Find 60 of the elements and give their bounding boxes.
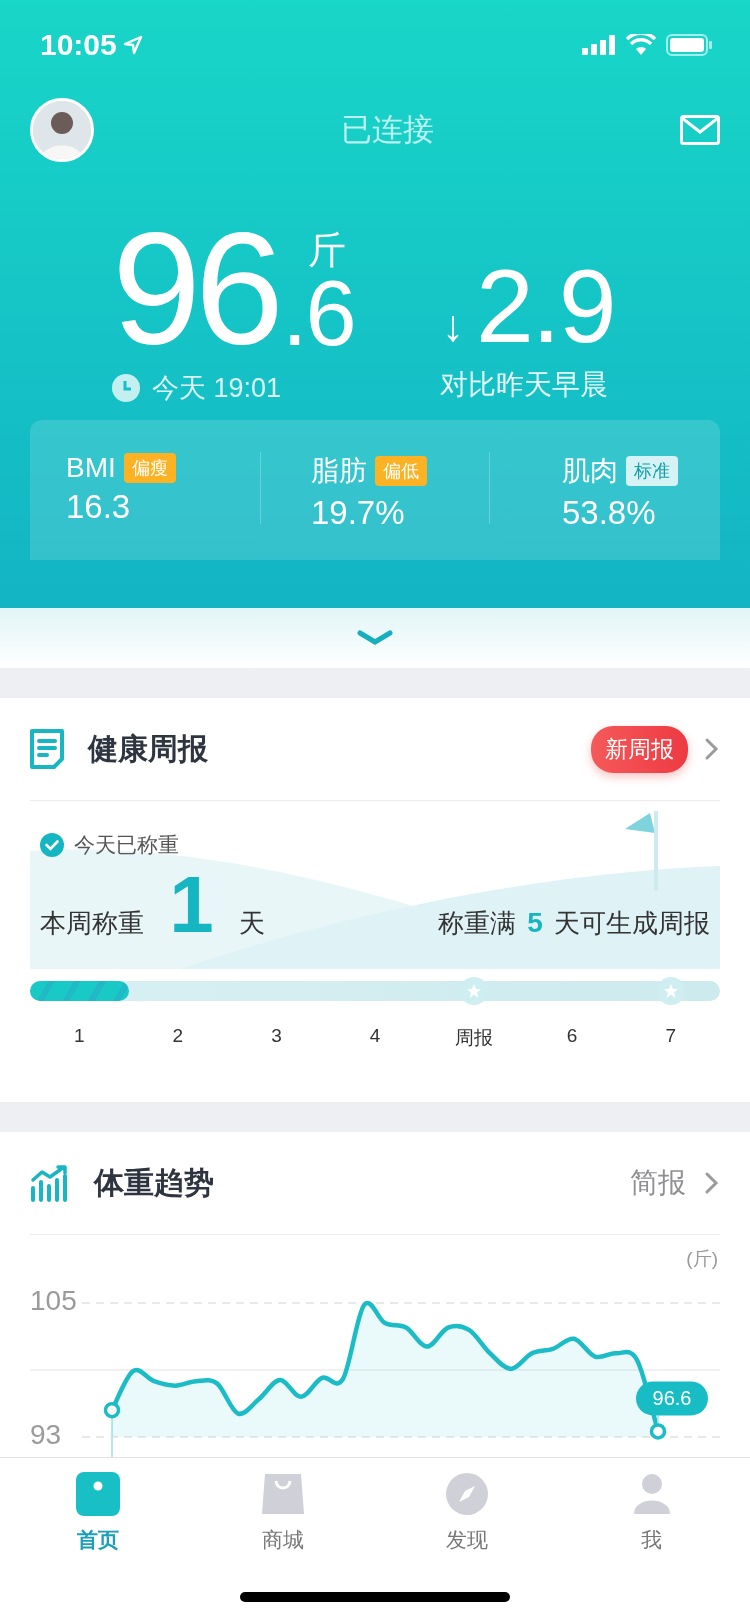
annotation: 96.6	[652, 1386, 692, 1409]
new-report-badge[interactable]: 新周报	[591, 725, 688, 773]
clock-icon	[112, 374, 140, 402]
down-arrow: ↓	[442, 300, 464, 352]
home-icon	[76, 1472, 121, 1516]
tab[interactable]: 发现	[375, 1458, 560, 1554]
status-badge: 偏瘦	[123, 453, 176, 483]
leader-line	[657, 1414, 659, 1426]
tab[interactable]: 首页	[6, 1458, 191, 1554]
trend-chart-icon	[30, 1164, 70, 1202]
shopping-bag-icon	[260, 1472, 305, 1516]
tab[interactable]: 我	[559, 1458, 744, 1554]
mail-icon[interactable]	[680, 115, 720, 145]
metric-label: 肌肉	[562, 454, 618, 488]
goal-text: 称重满 5 天可生成周报	[437, 906, 710, 940]
connection-status: 已连接	[340, 111, 434, 149]
unit-label: (斤)	[686, 1248, 718, 1269]
week-count-text: 本周称重 1 天	[40, 869, 265, 941]
battery-icon	[666, 34, 712, 56]
change-caption: 对比昨天早晨	[440, 368, 609, 402]
weight-decimal: .6	[281, 272, 355, 354]
report-icon	[30, 729, 64, 769]
drop-line	[111, 1416, 113, 1457]
chevron-down-icon[interactable]	[357, 630, 393, 646]
metric-label: 脂肪	[311, 454, 367, 488]
chevron-right-icon[interactable]	[704, 737, 720, 761]
day-label: 4	[369, 1025, 381, 1048]
measure-time: 今天 19:01	[152, 372, 282, 405]
metric-label: BMI	[66, 452, 116, 484]
metric-value: 19.7%	[311, 494, 406, 532]
signal-icon	[582, 35, 616, 55]
weight-value: 96	[112, 218, 278, 358]
weigh-status: 今天已称重	[74, 832, 179, 858]
status-badge: 偏低	[375, 456, 427, 486]
day-label: 1	[74, 1025, 85, 1048]
status-badge: 标准	[626, 456, 678, 486]
day-label: 周报	[454, 1026, 493, 1050]
chevron-right-icon[interactable]	[704, 1171, 720, 1195]
metric-value: 16.3	[66, 488, 132, 526]
compass-icon	[445, 1472, 490, 1516]
summary-link[interactable]: 简报	[630, 1164, 686, 1202]
section-title: 健康周报	[88, 730, 209, 767]
status-time: 10:05	[40, 28, 117, 62]
tab[interactable]: 商城	[190, 1458, 375, 1554]
axis-label: 105	[30, 1285, 77, 1317]
axis-label: 93	[30, 1419, 62, 1451]
day-label: 6	[566, 1025, 578, 1048]
day-label: 3	[271, 1025, 282, 1048]
day-label: 2	[172, 1025, 184, 1048]
day-label: 7	[665, 1025, 676, 1048]
data-point	[649, 1423, 667, 1440]
value-tooltip: 96.6	[636, 1381, 708, 1416]
avatar[interactable]	[30, 98, 94, 162]
wifi-icon	[626, 34, 656, 56]
section-title: 体重趋势	[94, 1164, 215, 1201]
metric-value: 53.8%	[562, 494, 657, 532]
weight-change: 2.9	[476, 258, 615, 354]
data-point	[103, 1401, 121, 1419]
weight-unit: 斤	[307, 228, 346, 272]
location-icon	[122, 35, 143, 55]
